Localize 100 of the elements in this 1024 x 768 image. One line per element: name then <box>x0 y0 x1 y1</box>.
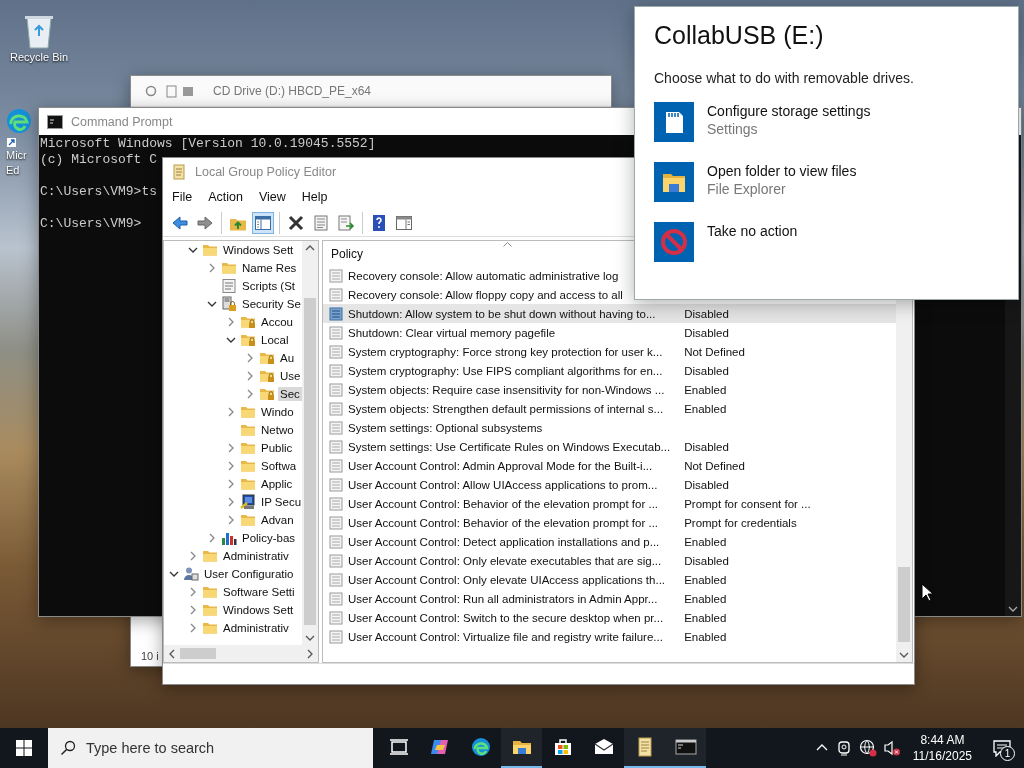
policy-name: Shutdown: Clear virtual memory pagefile <box>348 326 556 339</box>
tree-item[interactable]: Public <box>259 441 295 455</box>
task-view-icon <box>387 736 410 758</box>
sd-card-icon <box>654 102 694 142</box>
popup-subtitle: Choose what to do with removable drives. <box>654 70 915 86</box>
clock-time[interactable]: 8:44 AM <box>920 732 965 748</box>
folder-icon <box>654 162 694 202</box>
policy-row[interactable]: User Account Control: Run all administrators in Admin Appr... Enabled <box>323 589 896 608</box>
tree-item[interactable]: Windo <box>259 405 296 419</box>
taskbar-app[interactable] <box>665 728 706 768</box>
tree-item[interactable]: Name Res <box>240 261 299 275</box>
policy-row[interactable]: User Account Control: Behavior of the elevation prompt for ... Prompt for consent for ... <box>323 494 896 513</box>
tree-item[interactable]: Applic <box>259 477 295 491</box>
tree-item[interactable]: Local <box>259 333 291 347</box>
policy-icon <box>328 400 344 417</box>
scroll-right-icon[interactable] <box>305 648 315 659</box>
tree-item[interactable]: Softwa <box>259 459 299 473</box>
folder-icon <box>221 260 237 276</box>
policy-row[interactable]: System settings: Optional subsystems <box>323 418 896 437</box>
edge-icon[interactable] <box>6 108 32 148</box>
policy-row[interactable]: User Account Control: Only elevate executables that are sig... Disabled <box>323 551 896 570</box>
policy-row[interactable]: System objects: Require case insensitivity for non-Windows ... Enabled <box>323 380 896 399</box>
policy-icon <box>328 590 344 607</box>
scroll-thumb[interactable] <box>898 567 910 642</box>
console-tree-icon <box>254 213 272 232</box>
speaker-muted-icon[interactable] <box>882 739 901 757</box>
tree-item[interactable]: Sec <box>278 387 302 401</box>
policy-row[interactable]: User Account Control: Allow UIAccess applications to prom... Disabled <box>323 475 896 494</box>
policy-row[interactable]: System cryptography: Force strong key protection for user k... Not Defined <box>323 342 896 361</box>
policy-icon <box>328 457 344 474</box>
policy-row[interactable]: User Account Control: Switch to the secure desktop when pr... Enabled <box>323 608 896 627</box>
taskbar-app[interactable] <box>624 728 665 768</box>
option-detail: Settings <box>707 121 759 137</box>
security-setting: Disabled <box>684 440 729 453</box>
tree-item[interactable]: Administrativ <box>221 549 291 563</box>
policy-icon <box>328 609 344 626</box>
folder-icon <box>240 404 256 420</box>
policy-row[interactable]: User Account Control: Admin Approval Mode for the Built-i... Not Defined <box>323 456 896 475</box>
scrollbar[interactable] <box>164 645 318 662</box>
policy-icon <box>328 381 344 398</box>
scroll-thumb[interactable] <box>180 648 216 659</box>
tree-item[interactable]: Au <box>278 351 297 365</box>
security-setting: Disabled <box>684 307 729 320</box>
tree-item[interactable]: Software Setti <box>221 585 297 599</box>
tree-item[interactable]: IP Secu <box>259 495 302 509</box>
tree-item[interactable]: Policy-bas <box>240 531 298 545</box>
policy-icon <box>328 286 344 303</box>
option-title[interactable]: Take no action <box>707 223 798 239</box>
no-entry-icon <box>654 222 694 262</box>
policy-row[interactable]: User Account Control: Virtualize file and registry write failure... Enabled <box>323 627 896 646</box>
policy-name: User Account Control: Run all administrators in Admin Appr... <box>348 592 658 605</box>
menu-item[interactable]: Help <box>294 187 335 207</box>
security-setting: Disabled <box>684 478 729 491</box>
search-icon <box>60 740 76 756</box>
security-setting: Prompt for credentials <box>684 516 797 529</box>
menu-item[interactable]: File <box>165 187 200 207</box>
policy-icon <box>328 343 344 360</box>
policy-row[interactable]: System objects: Strengthen default permissions of internal s... Enabled <box>323 399 896 418</box>
menu-item[interactable]: View <box>251 187 293 207</box>
menu-item[interactable]: Action <box>201 187 250 207</box>
user-computer-icon <box>183 566 199 582</box>
policy-row[interactable]: Shutdown: Clear virtual memory pagefile Disabled <box>323 323 896 342</box>
taskbar-app[interactable] <box>501 728 542 768</box>
back-arrow-icon <box>171 213 189 232</box>
tree-item[interactable]: Administrativ <box>221 621 291 635</box>
policy-row[interactable]: System cryptography: Use FIPS compliant algorithms for en... Disabled <box>323 361 896 380</box>
tree-item[interactable]: Accou <box>259 315 295 329</box>
tree-item[interactable]: Security Se <box>240 297 302 311</box>
tree-item[interactable]: Scripts (St <box>240 279 298 293</box>
option-detail: File Explorer <box>707 181 787 197</box>
search-field[interactable]: Type here to search <box>48 728 373 768</box>
folder-icon <box>202 584 218 600</box>
scroll-left-icon[interactable] <box>167 648 177 659</box>
notification-button[interactable]: 1 <box>984 728 1020 768</box>
option-title[interactable]: Open folder to view files <box>707 163 857 179</box>
policy-name: User Account Control: Allow UIAccess applications to prom... <box>348 478 658 491</box>
policy-name: User Account Control: Only elevate UIAccess applications th... <box>348 573 666 586</box>
policy-row[interactable]: User Account Control: Detect application installations and p... Enabled <box>323 532 896 551</box>
policy-row[interactable]: User Account Control: Only elevate UIAccess applications th... Enabled <box>323 570 896 589</box>
tree-item[interactable]: User Configuratio <box>202 567 296 581</box>
scrollbar[interactable] <box>302 241 318 645</box>
tree-item[interactable]: Netwo <box>259 423 296 437</box>
item-count: 10 i <box>141 650 159 662</box>
policy-row[interactable]: System settings: Use Certificate Rules on Windows Executab... Disabled <box>323 437 896 456</box>
tree-item[interactable]: Advan <box>259 513 296 527</box>
tree-item[interactable]: Use <box>278 369 302 383</box>
locked-folder-icon <box>240 314 256 330</box>
folder-icon <box>240 440 256 456</box>
desktop-icon-label[interactable]: Recycle Bin <box>9 50 69 65</box>
tree-item[interactable]: Windows Sett <box>221 243 296 257</box>
scroll-thumb[interactable] <box>304 298 316 625</box>
clock-date[interactable]: 11/16/2025 <box>912 748 972 764</box>
policy-icon <box>328 552 344 569</box>
globe-icon[interactable] <box>858 739 877 757</box>
monitor-lock-icon <box>221 296 237 312</box>
policy-row[interactable]: User Account Control: Behavior of the elevation prompt for ... Prompt for credentials <box>323 513 896 532</box>
option-title[interactable]: Configure storage settings <box>707 103 871 119</box>
tree-item[interactable]: Windows Sett <box>221 603 296 617</box>
policy-name: System cryptography: Use FIPS compliant algorithms for en... <box>348 364 663 377</box>
policy-row[interactable]: Shutdown: Allow system to be shut down without having to... Disabled <box>323 304 896 323</box>
